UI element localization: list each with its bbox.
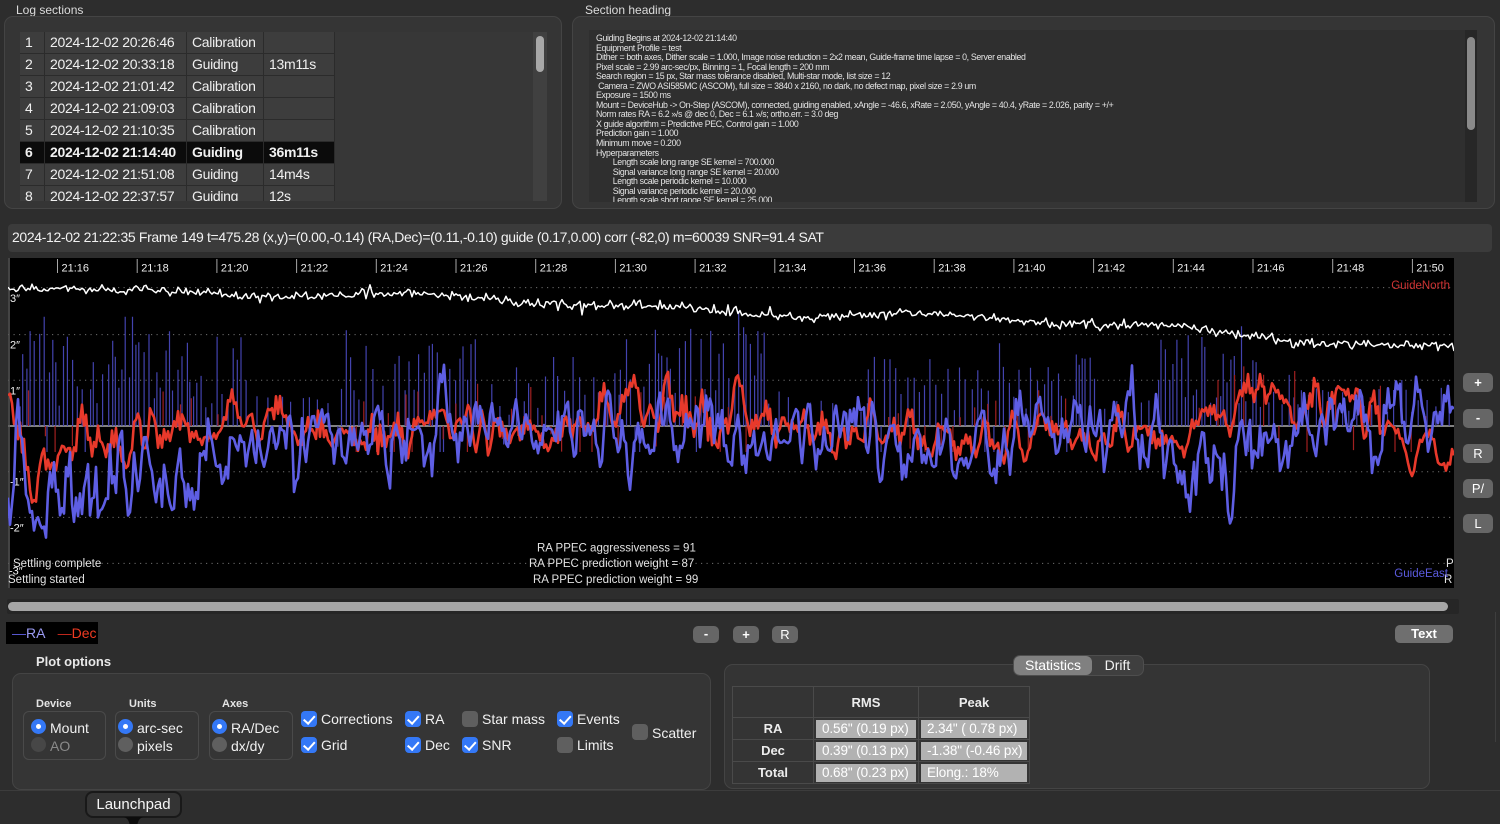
svg-text:21:42: 21:42 [1098, 263, 1126, 275]
svg-text:21:50: 21:50 [1416, 263, 1444, 275]
svg-text:3″: 3″ [10, 293, 20, 305]
svg-text:21:18: 21:18 [141, 263, 169, 275]
svg-text:21:28: 21:28 [540, 263, 568, 275]
svg-text:21:20: 21:20 [221, 263, 249, 275]
svg-text:GuideNorth: GuideNorth [1391, 280, 1450, 292]
svg-text:RA PPEC aggressiveness = 91: RA PPEC aggressiveness = 91 [537, 543, 696, 555]
svg-text:2″: 2″ [10, 340, 20, 352]
svg-text:21:36: 21:36 [859, 263, 887, 275]
svg-text:21:24: 21:24 [380, 263, 408, 275]
svg-text:21:44: 21:44 [1177, 263, 1205, 275]
svg-text:21:40: 21:40 [1018, 263, 1046, 275]
svg-text:21:22: 21:22 [301, 263, 329, 275]
svg-text:21:26: 21:26 [460, 263, 488, 275]
svg-text:21:38: 21:38 [938, 263, 966, 275]
svg-text:21:30: 21:30 [619, 263, 647, 275]
svg-text:21:16: 21:16 [62, 263, 90, 275]
svg-text:RA PPEC prediction weight = 99: RA PPEC prediction weight = 99 [533, 574, 698, 586]
svg-text:21:32: 21:32 [699, 263, 727, 275]
svg-text:21:46: 21:46 [1257, 263, 1285, 275]
svg-text:GuideEast: GuideEast [1394, 568, 1449, 580]
svg-text:Settling started: Settling started [8, 574, 85, 586]
svg-text:-2″: -2″ [10, 523, 24, 535]
svg-text:RA PPEC prediction weight = 87: RA PPEC prediction weight = 87 [529, 558, 694, 570]
svg-text:21:48: 21:48 [1337, 263, 1365, 275]
svg-text:21:34: 21:34 [779, 263, 807, 275]
svg-text:Settling complete: Settling complete [13, 558, 101, 570]
svg-text:-1″: -1″ [10, 477, 24, 489]
